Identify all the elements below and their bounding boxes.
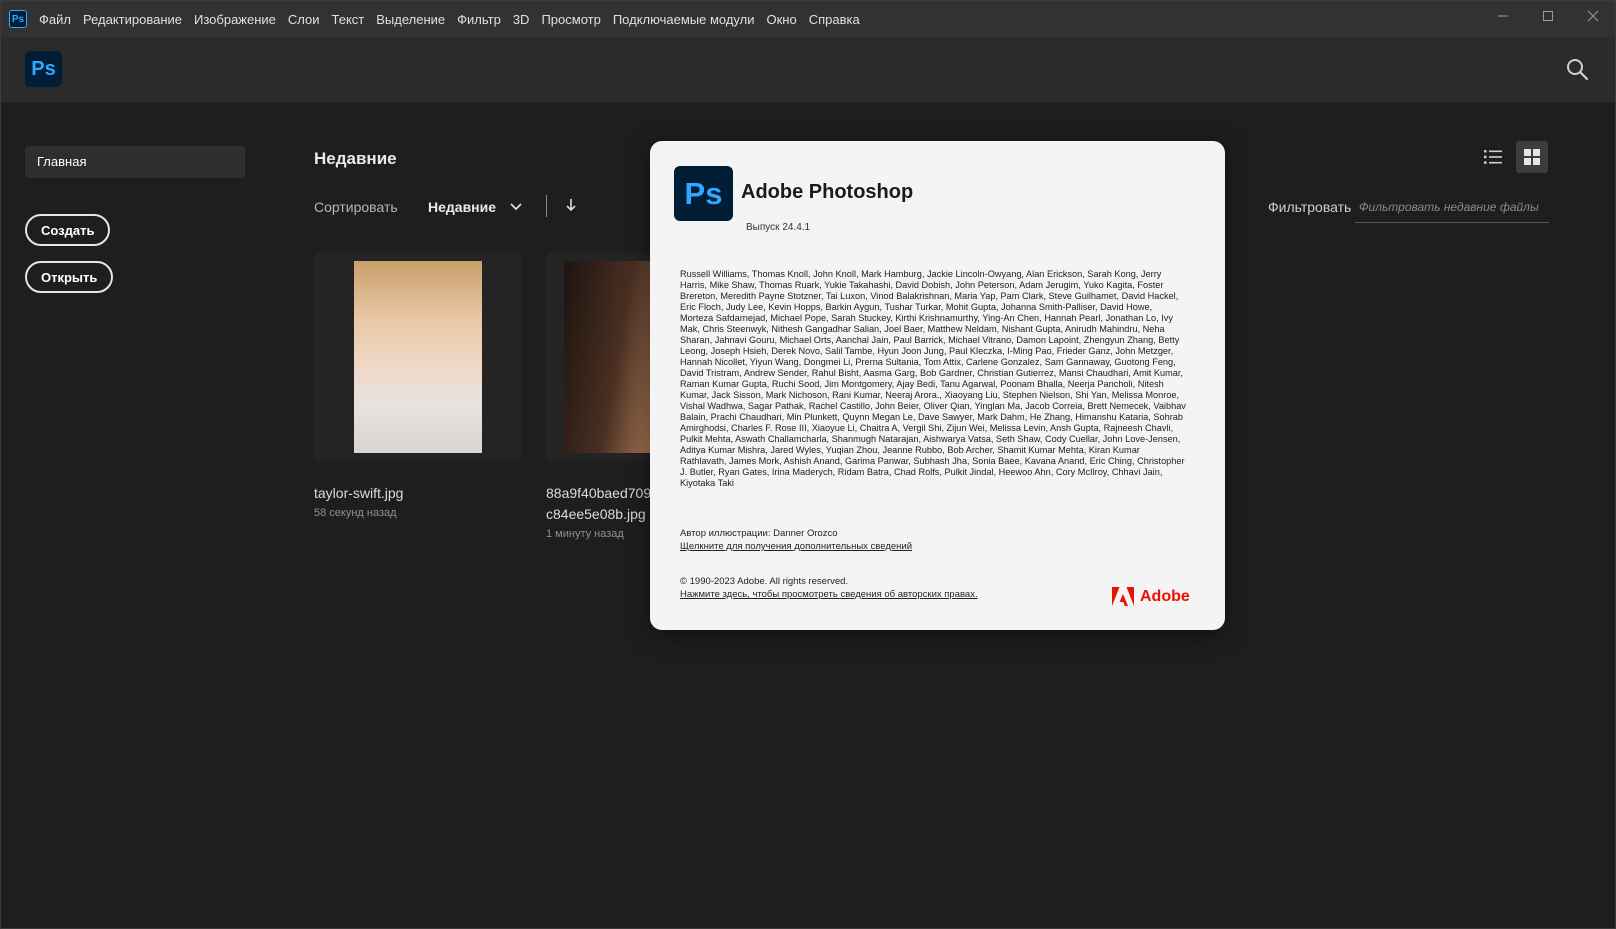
- main-menu: Файл Редактирование Изображение Слои Тек…: [39, 12, 872, 27]
- recent-file-card[interactable]: [546, 253, 650, 461]
- recent-title: Недавние: [314, 149, 397, 168]
- app-header: Ps: [1, 37, 1615, 102]
- open-button[interactable]: Открыть: [25, 261, 114, 293]
- close-icon: [1587, 10, 1598, 22]
- menu-edit[interactable]: Редактирование: [83, 12, 182, 27]
- chevron-down-icon[interactable]: [509, 200, 523, 214]
- menu-select[interactable]: Выделение: [376, 12, 445, 27]
- list-view-icon[interactable]: [1479, 143, 1507, 171]
- search-icon[interactable]: [1565, 57, 1589, 81]
- maximize-icon: [1542, 11, 1553, 21]
- maximize-button[interactable]: [1525, 1, 1570, 31]
- about-version: Выпуск 24.4.1: [746, 222, 811, 233]
- sort-label: Сортировать: [314, 199, 398, 215]
- grid-view-icon: [1524, 149, 1540, 165]
- copyright-link[interactable]: Нажмите здесь, чтобы просмотреть сведени…: [680, 589, 978, 600]
- menu-bar: Ps Файл Редактирование Изображение Слои …: [1, 1, 1615, 37]
- menu-help[interactable]: Справка: [809, 12, 860, 27]
- menu-view[interactable]: Просмотр: [541, 12, 600, 27]
- sort-dropdown[interactable]: Недавние: [428, 199, 496, 215]
- file-name[interactable]: c84ee5e08b.jpg: [546, 506, 646, 522]
- create-button[interactable]: Создать: [25, 214, 111, 246]
- photoshop-logo: Ps: [674, 166, 733, 221]
- menu-plugins[interactable]: Подключаемые модули: [613, 12, 755, 27]
- sidebar-item-home[interactable]: Главная: [25, 146, 245, 178]
- ps-app-icon: Ps: [9, 10, 27, 28]
- file-time: 58 секунд назад: [314, 507, 397, 519]
- recent-file-card[interactable]: [314, 253, 522, 461]
- about-title: Adobe Photoshop: [741, 181, 914, 203]
- close-button[interactable]: [1570, 1, 1615, 31]
- filter-input[interactable]: [1355, 191, 1549, 223]
- divider: [546, 195, 547, 217]
- artist-info-link[interactable]: Щелкните для получения дополнительных св…: [680, 541, 912, 552]
- menu-3d[interactable]: 3D: [513, 12, 530, 27]
- menu-file[interactable]: Файл: [39, 12, 71, 27]
- file-name[interactable]: 88a9f40baed7090: [546, 485, 659, 501]
- adobe-icon: [1112, 587, 1134, 606]
- menu-window[interactable]: Окно: [766, 12, 796, 27]
- about-copyright: © 1990-2023 Adobe. All rights reserved.: [680, 576, 849, 587]
- filter-label: Фильтровать: [1268, 199, 1352, 215]
- about-artist: Автор иллюстрации: Danner Orozco: [680, 528, 838, 539]
- sort-direction-icon[interactable]: [564, 197, 578, 213]
- menu-filter[interactable]: Фильтр: [457, 12, 501, 27]
- menu-image[interactable]: Изображение: [194, 12, 276, 27]
- menu-layers[interactable]: Слои: [288, 12, 320, 27]
- file-thumbnail: [354, 261, 482, 453]
- photoshop-logo[interactable]: Ps: [25, 51, 62, 87]
- file-thumbnail: [564, 261, 650, 453]
- grid-view-button[interactable]: [1516, 141, 1548, 173]
- menu-type[interactable]: Текст: [332, 12, 365, 27]
- about-credits: Russell Williams, Thomas Knoll, John Kno…: [680, 269, 1186, 488]
- photoshop-window: Ps Файл Редактирование Изображение Слои …: [0, 0, 1616, 929]
- adobe-wordmark: Adobe: [1140, 587, 1190, 605]
- file-name[interactable]: taylor-swift.jpg: [314, 485, 403, 501]
- minimize-button[interactable]: [1480, 1, 1525, 31]
- minimize-icon: [1497, 15, 1508, 17]
- adobe-logo: Adobe: [1112, 587, 1190, 606]
- window-controls: [1480, 1, 1615, 31]
- file-time: 1 минуту назад: [546, 528, 624, 540]
- about-dialog[interactable]: Ps Adobe Photoshop Выпуск 24.4.1 Russell…: [650, 141, 1225, 630]
